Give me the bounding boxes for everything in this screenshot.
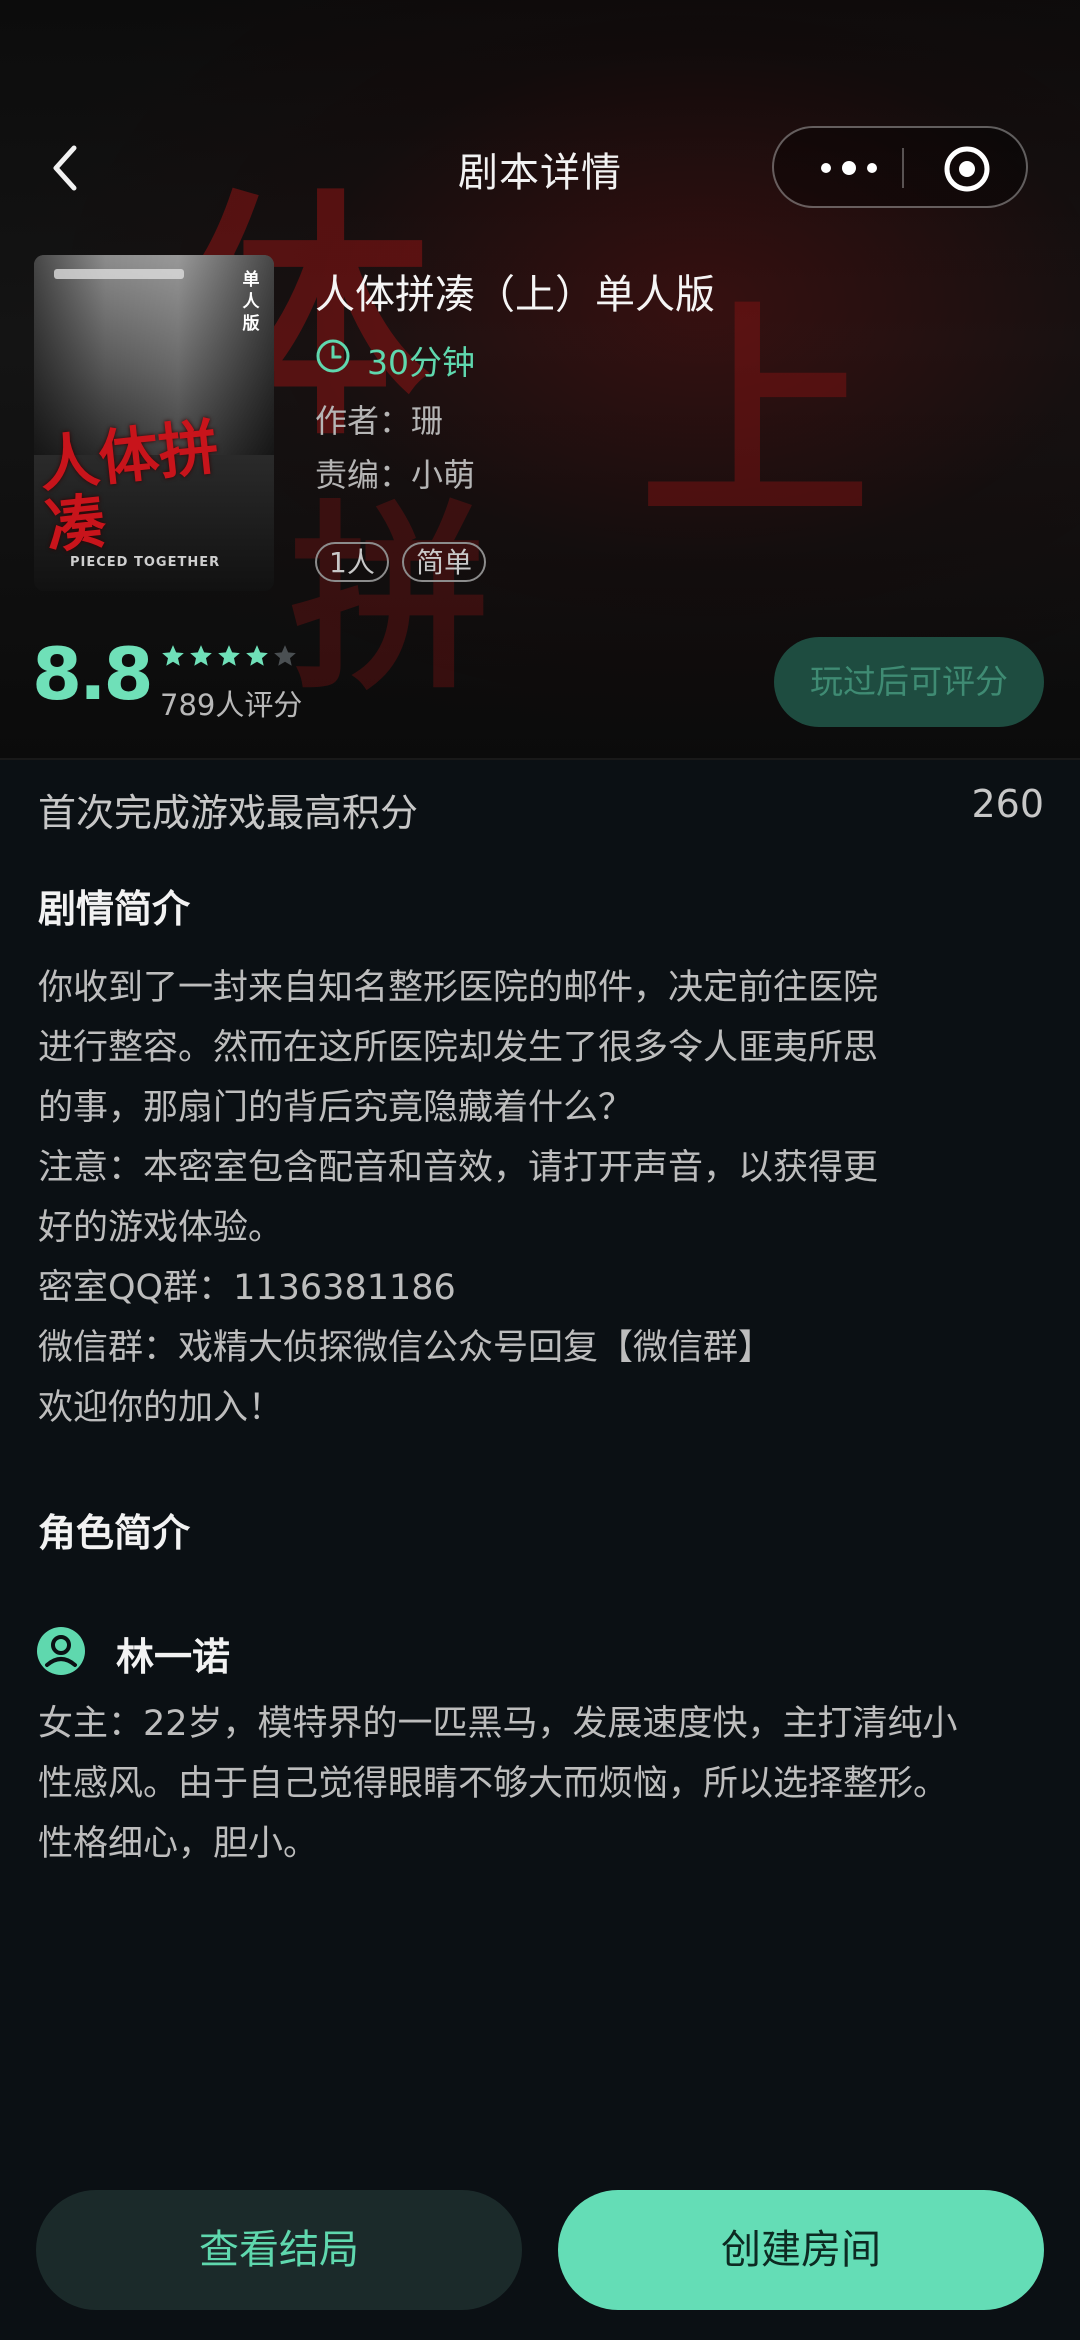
- synopsis-line: 好的游戏体验。: [38, 1208, 284, 1248]
- cover-tag: 单人版: [242, 270, 260, 334]
- synopsis-line: 你收到了一封来自知名整形医院的邮件，决定前往医院: [38, 968, 879, 1008]
- game-title: 人体拼凑（上）单人版: [315, 272, 715, 318]
- best-score-row: 首次完成游戏最高积分 260: [38, 782, 1044, 838]
- editor: 责编：小萌: [315, 456, 476, 494]
- author: 作者：珊: [315, 402, 444, 440]
- more-icon[interactable]: [814, 154, 884, 182]
- view-ending-button[interactable]: 查看结局: [36, 2190, 522, 2310]
- synopsis-title: 剧情简介: [38, 887, 191, 931]
- role-description: 女主：22岁，模特界的一匹黑马，发展速度快，主打清纯小 性感风。由于自己觉得眼睛…: [38, 1694, 1048, 1874]
- cover-title: 人体拼凑: [35, 412, 223, 563]
- background-artwork-3: 拼: [290, 482, 491, 717]
- star-filled-icon: [160, 643, 186, 669]
- star-filled-icon: [216, 643, 242, 669]
- role-line: 性感风。由于自己觉得眼睛不够大而烦恼，所以选择整形。: [38, 1764, 949, 1804]
- star-filled-icon: [244, 643, 270, 669]
- rating-stars: [160, 643, 300, 671]
- star-empty-icon: [272, 643, 298, 669]
- miniprogram-capsule: [772, 126, 1028, 208]
- hero-divider: [0, 758, 1080, 760]
- rating-count: 789人评分: [160, 688, 303, 722]
- chip-difficulty: 简单: [402, 542, 487, 582]
- star-filled-icon: [188, 643, 214, 669]
- synopsis-line: 的事，那扇门的背后究竟隐藏着什么？: [38, 1088, 634, 1128]
- synopsis-text: 你收到了一封来自知名整形医院的邮件，决定前往医院 进行整容。然而在这所医院却发生…: [38, 958, 1048, 1438]
- best-score-label: 首次完成游戏最高积分: [38, 791, 419, 835]
- roles-title: 角色简介: [38, 1511, 191, 1555]
- chip-players: 1人: [315, 542, 389, 582]
- synopsis-line: 进行整容。然而在这所医院却发生了很多令人匪夷所思: [38, 1028, 879, 1068]
- role-line: 性格细心，胆小。: [38, 1824, 319, 1864]
- synopsis-line: 密室QQ群：1136381186: [38, 1268, 456, 1308]
- rating-score: 8.8: [32, 632, 154, 716]
- synopsis-line: 欢迎你的加入！: [38, 1388, 284, 1428]
- capsule-divider: [902, 148, 904, 188]
- user-icon: [36, 1626, 86, 1676]
- synopsis-line: 注意：本密室包含配音和音效，请打开声音，以获得更: [38, 1148, 879, 1188]
- clock-icon: [315, 338, 351, 374]
- synopsis-line: 微信群：戏精大侦探微信公众号回复【微信群】: [38, 1328, 774, 1368]
- duration-text: 30分钟: [367, 343, 475, 382]
- role-line: 女主：22岁，模特界的一匹黑马，发展速度快，主打清纯小: [38, 1704, 958, 1744]
- role-name: 林一诺: [116, 1635, 231, 1679]
- game-cover: 单人版 人体拼凑 PIECED TOGETHER: [34, 255, 274, 591]
- close-target-icon[interactable]: [942, 144, 992, 194]
- cover-light: [54, 269, 184, 279]
- background-artwork-2: 上: [640, 280, 871, 550]
- nav-bar: 剧本详情: [0, 120, 1080, 216]
- cover-subtitle: PIECED TOGETHER: [70, 555, 221, 570]
- best-score-value: 260: [971, 782, 1044, 826]
- rate-button[interactable]: 玩过后可评分: [774, 637, 1044, 727]
- create-room-button[interactable]: 创建房间: [558, 2190, 1044, 2310]
